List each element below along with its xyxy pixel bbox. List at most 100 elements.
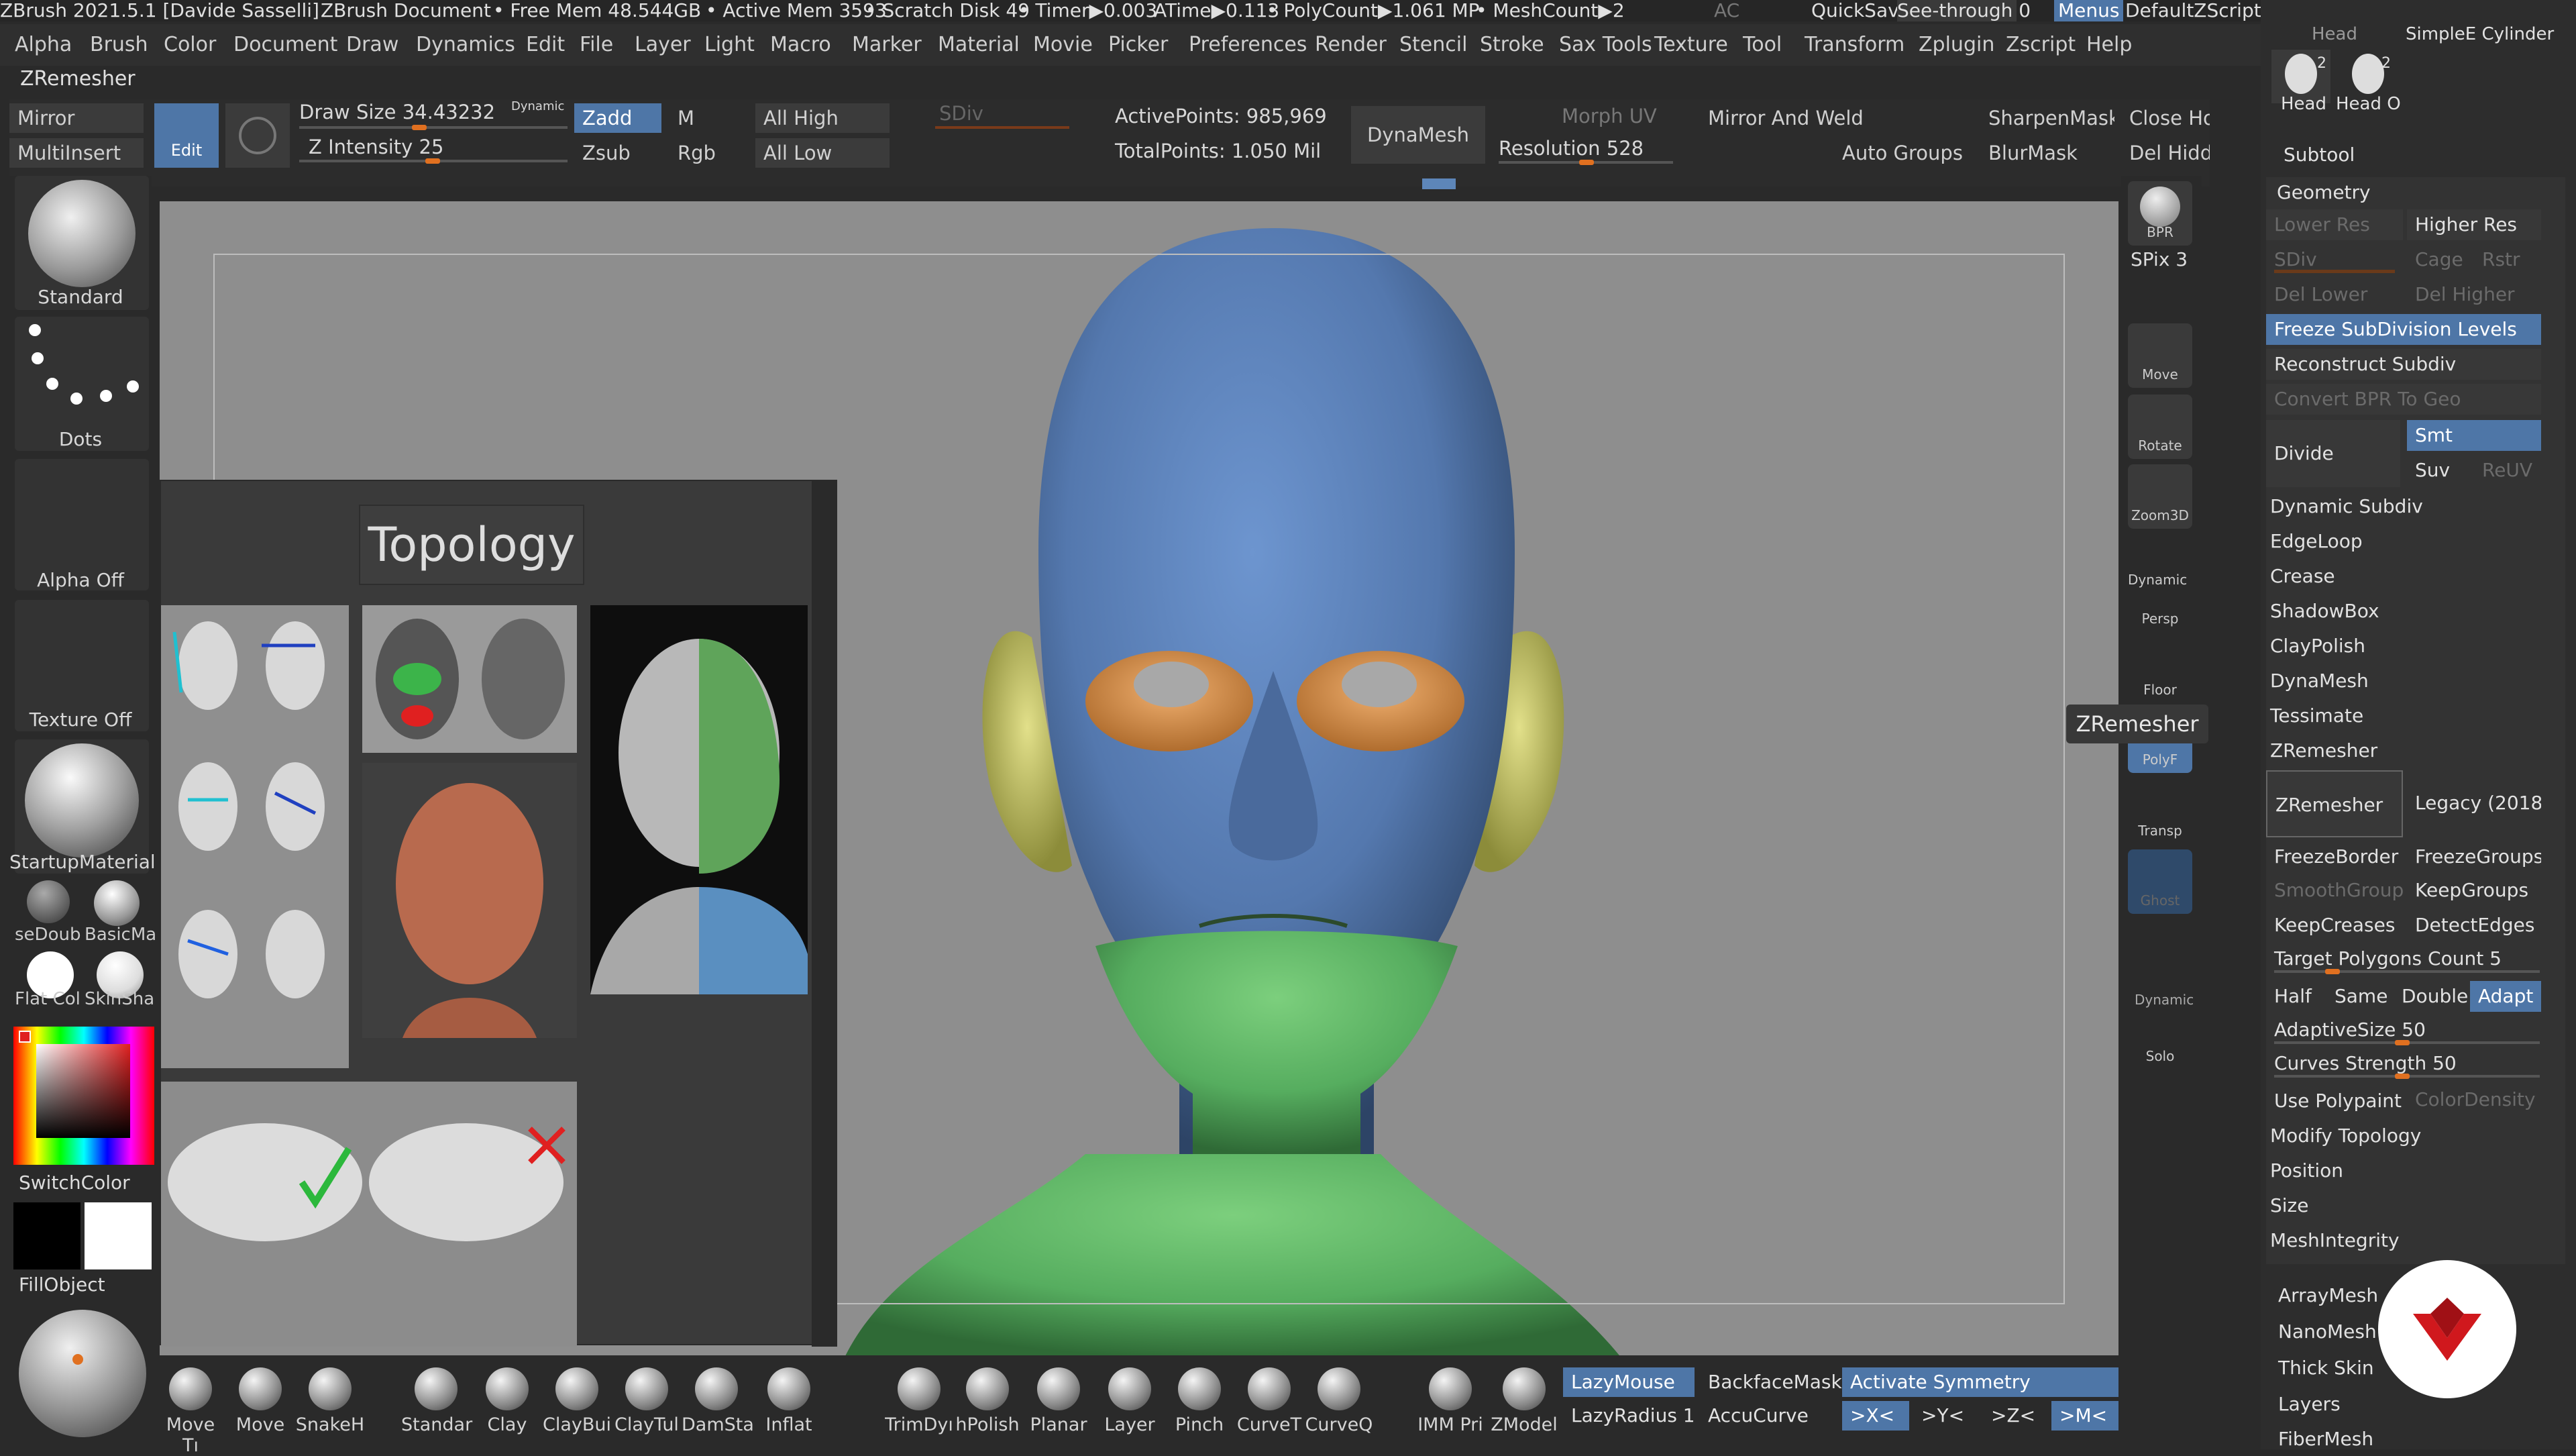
smt-toggle[interactable]: Smt	[2407, 420, 2541, 451]
move-view-button[interactable]: Move	[2128, 323, 2192, 388]
menu-stencil[interactable]: Stencil	[1399, 24, 1467, 66]
thick-skin-section[interactable]: Thick Skin	[2278, 1357, 2374, 1379]
close-holes-button[interactable]: Close Ho	[2121, 103, 2210, 133]
zsub-button[interactable]: Zsub	[574, 138, 661, 168]
reconstruct-subdiv-button[interactable]: Reconstruct Subdiv	[2266, 349, 2541, 380]
convert-bpr-button[interactable]: Convert BPR To Geo	[2266, 384, 2541, 415]
brush-9[interactable]: TrimDyı	[884, 1362, 954, 1436]
brush-17[interactable]: ZModel	[1489, 1362, 1559, 1436]
draw-size-slider[interactable]: Draw Size 34.43232	[299, 101, 495, 123]
geometry-header[interactable]: Geometry	[2277, 181, 2371, 203]
brush-10[interactable]: hPolish	[953, 1362, 1022, 1436]
popup-scrollbar[interactable]	[812, 481, 837, 1347]
menu-color[interactable]: Color	[164, 24, 216, 66]
matcap-double-icon[interactable]	[27, 880, 70, 923]
fill-object-button[interactable]: FillObject	[19, 1273, 105, 1296]
size-section[interactable]: Size	[2270, 1194, 2308, 1216]
rgb-button[interactable]: Rgb	[669, 138, 730, 168]
menus-button[interactable]: Menus	[2054, 0, 2124, 21]
zadd-button[interactable]: Zadd	[574, 103, 661, 133]
mirror-button[interactable]: Mirror	[9, 103, 144, 133]
menu-file[interactable]: File	[580, 24, 613, 66]
brush-14[interactable]: CurveT	[1234, 1362, 1304, 1436]
brush-12[interactable]: Layer	[1095, 1362, 1165, 1436]
all-high-button[interactable]: All High	[755, 103, 890, 133]
symmetry-z-button[interactable]: >Z<	[1983, 1401, 2050, 1431]
double-button[interactable]: Double	[2394, 981, 2469, 1012]
menu-layer[interactable]: Layer	[635, 24, 691, 66]
switch-color-button[interactable]: SwitchColor	[19, 1172, 130, 1194]
detect-edges-button[interactable]: DetectEdges	[2407, 910, 2541, 941]
zremesher-section[interactable]: ZRemesher	[2270, 739, 2377, 762]
same-button[interactable]: Same	[2326, 981, 2394, 1012]
lazyradius-slider[interactable]: LazyRadius 1	[1563, 1401, 1695, 1431]
menu-picker[interactable]: Picker	[1108, 24, 1168, 66]
accucurve-button[interactable]: AccuCurve	[1700, 1401, 1834, 1431]
persp-button[interactable]: Persp	[2128, 568, 2192, 632]
suv-toggle[interactable]: Suv	[2407, 455, 2474, 486]
dynamic-subdiv-section[interactable]: Dynamic Subdiv	[2270, 495, 2423, 517]
light-indicator[interactable]	[72, 1354, 83, 1365]
crease-section[interactable]: Crease	[2270, 565, 2335, 587]
basic-material-icon[interactable]	[94, 880, 140, 926]
menu-brush[interactable]: Brush	[90, 24, 148, 66]
freeze-border-button[interactable]: FreezeBorder	[2266, 841, 2403, 872]
solo-button[interactable]: Solo	[2128, 1005, 2192, 1070]
del-higher-button[interactable]: Del Higher	[2407, 279, 2541, 310]
keep-creases-button[interactable]: KeepCreases	[2266, 910, 2403, 941]
menu-macro[interactable]: Macro	[770, 24, 831, 66]
topology-popup[interactable]	[160, 480, 837, 1347]
brush-1[interactable]: Move	[225, 1362, 295, 1436]
symmetry-y-button[interactable]: >Y<	[1913, 1401, 1980, 1431]
edgeloop-section[interactable]: EdgeLoop	[2270, 530, 2363, 552]
zremesher-button[interactable]: ZRemesher	[2266, 770, 2403, 837]
menu-render[interactable]: Render	[1315, 24, 1387, 66]
multiinsert-button[interactable]: MultiInsert	[9, 138, 144, 168]
m-button[interactable]: M	[669, 103, 716, 133]
menu-dynamics[interactable]: Dynamics	[416, 24, 515, 66]
all-low-button[interactable]: All Low	[755, 138, 890, 168]
menu-alpha[interactable]: Alpha	[15, 24, 72, 66]
brush-11[interactable]: Planar	[1024, 1362, 1093, 1436]
shadowbox-section[interactable]: ShadowBox	[2270, 600, 2379, 622]
menu-movie[interactable]: Movie	[1033, 24, 1093, 66]
menu-draw[interactable]: Draw	[346, 24, 398, 66]
sdiv-slider[interactable]: SDiv	[939, 102, 983, 125]
layers-section[interactable]: Layers	[2278, 1393, 2341, 1415]
edit-mode-button[interactable]: Edit	[154, 103, 219, 168]
main-color-swatch[interactable]	[13, 1202, 80, 1269]
dynamesh-section[interactable]: DynaMesh	[2270, 670, 2369, 692]
ghost-button[interactable]: Ghost	[2128, 849, 2192, 914]
activate-symmetry-button[interactable]: Activate Symmetry	[1842, 1367, 2118, 1397]
brush-7[interactable]: DamSta	[682, 1362, 754, 1436]
brush-15[interactable]: CurveQ	[1304, 1362, 1374, 1436]
lower-res-button[interactable]: Lower Res	[2266, 209, 2403, 240]
freeze-subdivision-levels-button[interactable]: Freeze SubDivision Levels	[2266, 314, 2541, 345]
brush-0[interactable]: Move Tı	[156, 1362, 225, 1456]
sharpen-mask-button[interactable]: SharpenMask	[1980, 103, 2114, 133]
smooth-groups-slider[interactable]: SmoothGroups	[2266, 875, 2403, 906]
modify-topology-section[interactable]: Modify Topology	[2270, 1125, 2421, 1147]
lazymouse-button[interactable]: LazyMouse	[1563, 1367, 1695, 1397]
zoom3d-button[interactable]: Zoom3D	[2128, 464, 2192, 529]
freeze-groups-button[interactable]: FreezeGroups	[2407, 841, 2541, 872]
menu-sax-tools[interactable]: Sax Tools	[1559, 24, 1652, 66]
brush-4[interactable]: Clay	[472, 1362, 542, 1436]
lightbox-sphere[interactable]	[19, 1310, 146, 1437]
resolution-slider[interactable]: Resolution 528	[1499, 137, 1644, 160]
menu-tool[interactable]: Tool	[1743, 24, 1782, 66]
brush-5[interactable]: ClayBui	[542, 1362, 612, 1436]
keep-groups-button[interactable]: KeepGroups	[2407, 875, 2541, 906]
secondary-color-swatch[interactable]	[85, 1202, 152, 1269]
backface-mask-button[interactable]: BackfaceMask	[1700, 1367, 1842, 1397]
dynamic-toggle[interactable]: Dynamic	[511, 99, 564, 113]
z-intensity-slider[interactable]: Z Intensity 25	[309, 136, 443, 158]
menu-help[interactable]: Help	[2086, 24, 2132, 66]
legacy-2018-button[interactable]: Legacy (2018)	[2407, 788, 2541, 819]
menu-light[interactable]: Light	[704, 24, 755, 66]
subtool-header[interactable]: Subtool	[2284, 144, 2355, 166]
menu-transform[interactable]: Transform	[1805, 24, 1904, 66]
cage-button[interactable]: Cage	[2407, 244, 2474, 275]
dynamesh-button[interactable]: DynaMesh	[1351, 106, 1485, 164]
arraymesh-section[interactable]: ArrayMesh	[2278, 1284, 2378, 1306]
